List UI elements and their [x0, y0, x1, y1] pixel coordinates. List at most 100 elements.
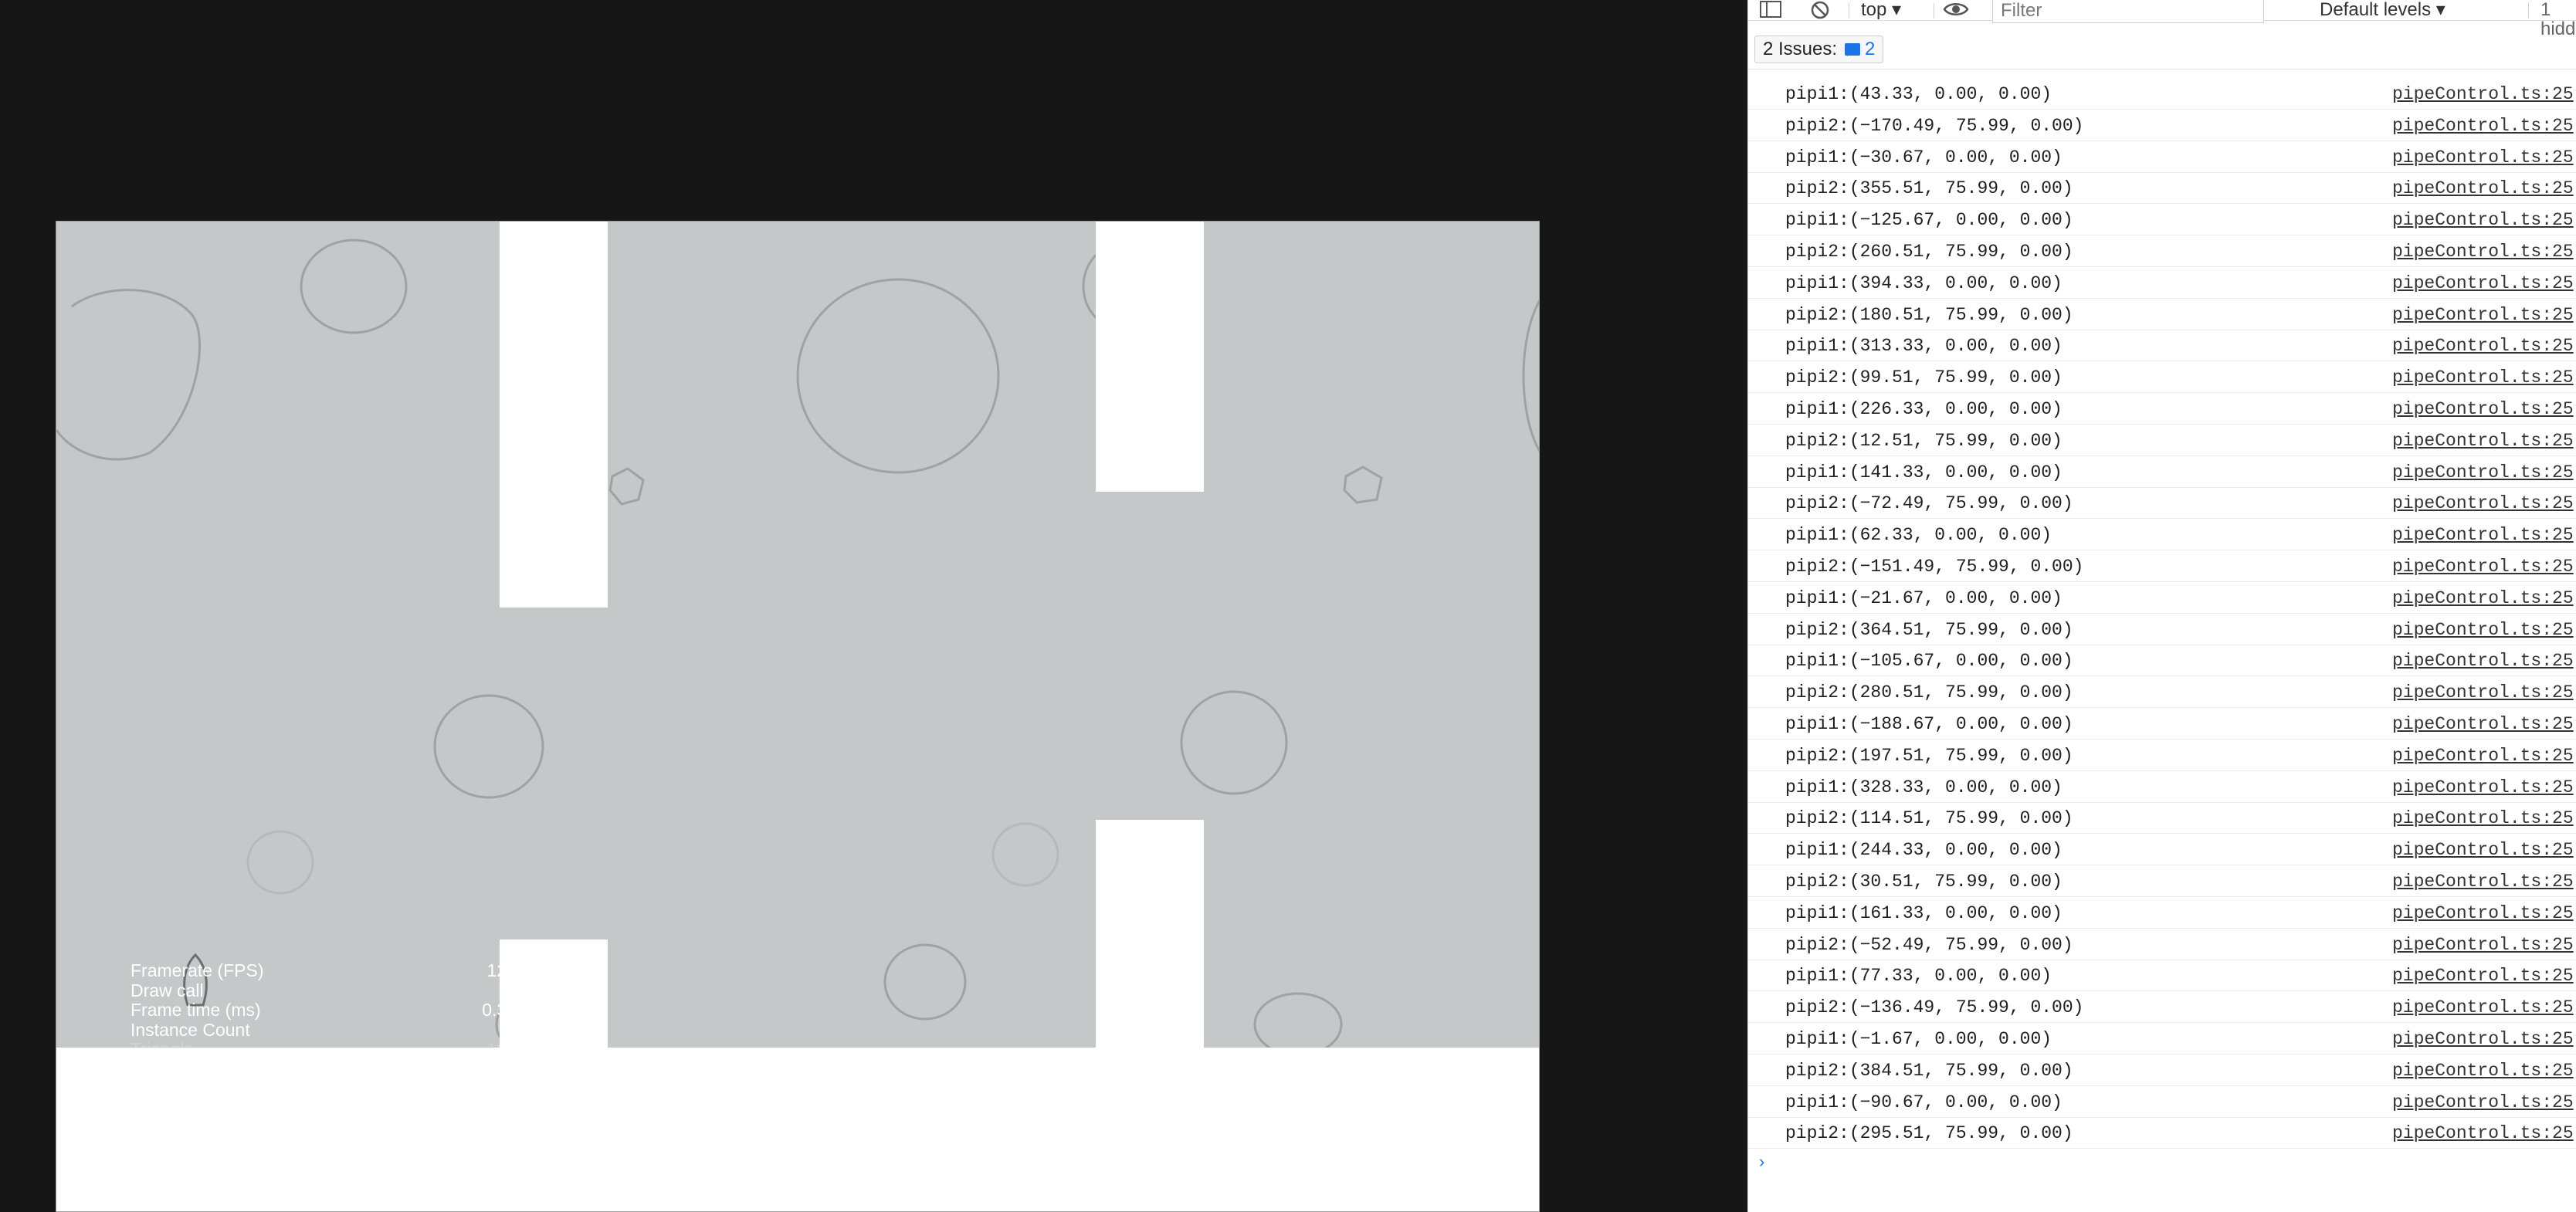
- console-log-row: pipi1:(313.33, 0.00, 0.00) pipeControl.ts…: [1748, 330, 2576, 362]
- stat-value: 0.11: [483, 1058, 517, 1079]
- log-message: pipi1:(77.33, 0.00, 0.00): [1785, 966, 2052, 987]
- log-source-link[interactable]: pipeControl.ts:25: [2392, 520, 2574, 550]
- log-source-link[interactable]: pipeControl.ts:25: [2392, 992, 2574, 1023]
- log-source-link[interactable]: pipeControl.ts:25: [2392, 709, 2574, 740]
- console-log-row: pipi1:(244.33, 0.00, 0.00) pipeControl.ts…: [1748, 835, 2576, 866]
- stat-value: 0.00: [482, 1078, 517, 1099]
- log-message: pipi2:(−136.49, 75.99, 0.00): [1785, 997, 2084, 1018]
- log-message: pipi2:(260.51, 75.99, 0.00): [1785, 242, 2073, 262]
- log-message: pipi1:(62.33, 0.00, 0.00): [1785, 525, 2052, 546]
- log-source-link[interactable]: pipeControl.ts:25: [2392, 583, 2574, 614]
- log-source-link[interactable]: pipeControl.ts:25: [2392, 740, 2574, 771]
- console-log-row: pipi1:(394.33, 0.00, 0.00) pipeControl.ts…: [1748, 268, 2576, 299]
- log-source-link[interactable]: pipeControl.ts:25: [2392, 173, 2574, 204]
- console-log-row: pipi1:(328.33, 0.00, 0.00) pipeControl.ts…: [1748, 772, 2576, 803]
- stat-label: Triangle: [130, 1039, 195, 1060]
- log-source-link[interactable]: pipeControl.ts:25: [2392, 551, 2574, 582]
- log-message: pipi2:(12.51, 75.99, 0.00): [1785, 430, 2062, 451]
- log-source-link[interactable]: pipeControl.ts:25: [2392, 268, 2574, 299]
- message-icon: [1845, 43, 1861, 56]
- console-log-row: pipi2:(355.51, 75.99, 0.00) pipeControl.t…: [1748, 173, 2576, 205]
- game-background: [56, 222, 1539, 1048]
- sidebar-toggle-icon[interactable]: [1759, 0, 1782, 21]
- log-source-link[interactable]: pipeControl.ts:25: [2392, 803, 2574, 834]
- log-source-link[interactable]: pipeControl.ts:25: [2392, 394, 2574, 425]
- log-source-link[interactable]: pipeControl.ts:25: [2392, 1118, 2574, 1149]
- log-source-link[interactable]: pipeControl.ts:25: [2392, 677, 2574, 708]
- log-message: pipi1:(−1.67, 0.00, 0.00): [1785, 1029, 2052, 1049]
- filter-input[interactable]: [1993, 0, 2256, 22]
- log-source-link[interactable]: pipeControl.ts:25: [2392, 205, 2574, 235]
- log-source-link[interactable]: pipeControl.ts:25: [2392, 960, 2574, 991]
- log-source-link[interactable]: pipeControl.ts:25: [2392, 929, 2574, 960]
- log-source-link[interactable]: pipeControl.ts:25: [2392, 236, 2574, 267]
- console-log-row: pipi1:(−90.67, 0.00, 0.00) pipeControl.ts…: [1748, 1087, 2576, 1118]
- profiler-stats: Framerate (FPS) 120 Draw call 3 Frame time (…: [130, 960, 517, 1159]
- log-source-link[interactable]: pipeControl.ts:25: [2392, 645, 2574, 676]
- log-message: pipi2:(−151.49, 75.99, 0.00): [1785, 557, 2084, 577]
- stat-value: 120: [486, 960, 517, 980]
- console-toolbar: top ▾ Default levels ▾ 1 hidden: [1748, 0, 2576, 39]
- stat-label: Instance Count: [130, 1019, 250, 1040]
- log-message: pipi2:(364.51, 75.99, 0.00): [1785, 619, 2073, 640]
- console-log-row: pipi2:(−170.49, 75.99, 0.00) pipeControl.…: [1748, 110, 2576, 141]
- console-log-row: pipi2:(384.51, 75.99, 0.00) pipeControl.t…: [1748, 1055, 2576, 1086]
- console-log-row: pipi2:(197.51, 75.99, 0.00) pipeControl.t…: [1748, 740, 2576, 771]
- stat-row: Game Logic (ms) 0.11: [130, 1058, 517, 1080]
- stat-row: Framerate (FPS) 120: [130, 960, 517, 981]
- issues-button[interactable]: 2 Issues: 2: [1754, 36, 1884, 63]
- console-log-row: pipi1:(141.33, 0.00, 0.00) pipeControl.ts…: [1748, 457, 2576, 488]
- log-message: pipi1:(244.33, 0.00, 0.00): [1785, 840, 2062, 861]
- hidden-count: 1 hidden: [2540, 0, 2576, 39]
- console-log-row: pipi1:(226.33, 0.00, 0.00) pipeControl.ts…: [1748, 394, 2576, 425]
- log-source-link[interactable]: pipeControl.ts:25: [2392, 898, 2574, 929]
- log-message: pipi1:(141.33, 0.00, 0.00): [1785, 462, 2062, 482]
- stat-row: Instance Count 0: [130, 1019, 517, 1041]
- stat-row: Draw call 3: [130, 980, 517, 1001]
- console-log-row: pipi1:(77.33, 0.00, 0.00) pipeControl.ts:…: [1748, 960, 2576, 992]
- log-message: pipi2:(280.51, 75.99, 0.00): [1785, 682, 2073, 703]
- toolbar-divider: [2528, 3, 2529, 19]
- console-log-row: pipi1:(−21.67, 0.00, 0.00) pipeControl.ts…: [1748, 583, 2576, 614]
- log-message: pipi2:(180.51, 75.99, 0.00): [1785, 304, 2073, 325]
- log-source-link[interactable]: pipeControl.ts:25: [2392, 457, 2574, 488]
- console-log-row: pipi2:(295.51, 75.99, 0.00) pipeControl.t…: [1748, 1118, 2576, 1149]
- log-message: pipi1:(−188.67, 0.00, 0.00): [1785, 714, 2073, 734]
- log-source-link[interactable]: pipeControl.ts:25: [2392, 1024, 2574, 1055]
- log-source-link[interactable]: pipeControl.ts:25: [2392, 866, 2574, 897]
- stat-value: 3: [507, 980, 517, 1000]
- console-log-row: pipi1:(43.33, 0.00, 0.00) pipeControl.ts:…: [1748, 79, 2576, 110]
- log-source-link[interactable]: pipeControl.ts:25: [2392, 330, 2574, 361]
- stat-row: Triangle 180: [130, 1040, 517, 1060]
- log-source-link[interactable]: pipeControl.ts:25: [2392, 142, 2574, 173]
- clear-console-icon[interactable]: [1810, 0, 1830, 21]
- log-source-link[interactable]: pipeControl.ts:25: [2392, 1087, 2574, 1118]
- log-source-link[interactable]: pipeControl.ts:25: [2392, 110, 2574, 141]
- context-label: top: [1861, 0, 1887, 20]
- log-source-link[interactable]: pipeControl.ts:25: [2392, 425, 2574, 456]
- log-levels-dropdown[interactable]: Default levels ▾: [2320, 0, 2446, 21]
- pipe-top-2: [1096, 222, 1204, 492]
- log-message: pipi1:(43.33, 0.00, 0.00): [1785, 84, 2052, 104]
- filter-input-wrapper: [1992, 0, 2264, 23]
- log-source-link[interactable]: pipeControl.ts:25: [2392, 614, 2574, 645]
- stat-label: Renderer (ms): [130, 1099, 246, 1119]
- context-selector[interactable]: top ▾: [1861, 0, 1901, 21]
- log-source-link[interactable]: pipeControl.ts:25: [2392, 362, 2574, 393]
- console-prompt-icon[interactable]: ›: [1759, 1152, 1764, 1172]
- game-canvas[interactable]: Framerate (FPS) 120 Draw call 3 Frame time (…: [56, 221, 1540, 1212]
- log-source-link[interactable]: pipeControl.ts:25: [2392, 79, 2574, 110]
- console-log-row: pipi2:(−72.49, 75.99, 0.00) pipeControl.t…: [1748, 488, 2576, 520]
- log-message: pipi2:(30.51, 75.99, 0.00): [1785, 872, 2062, 892]
- log-source-link[interactable]: pipeControl.ts:25: [2392, 772, 2574, 803]
- log-source-link[interactable]: pipeControl.ts:25: [2392, 300, 2574, 330]
- stat-label: Draw call: [130, 980, 204, 1000]
- log-source-link[interactable]: pipeControl.ts:25: [2392, 488, 2574, 519]
- eye-icon[interactable]: [1943, 0, 1969, 21]
- log-source-link[interactable]: pipeControl.ts:25: [2392, 1055, 2574, 1086]
- log-source-link[interactable]: pipeControl.ts:25: [2392, 835, 2574, 865]
- log-message: pipi1:(−21.67, 0.00, 0.00): [1785, 587, 2062, 608]
- console-log-row: pipi2:(−136.49, 75.99, 0.00) pipeControl.…: [1748, 992, 2576, 1024]
- issues-count: 2: [1865, 39, 1876, 59]
- stat-row: Renderer (ms) 0.10: [130, 1099, 517, 1119]
